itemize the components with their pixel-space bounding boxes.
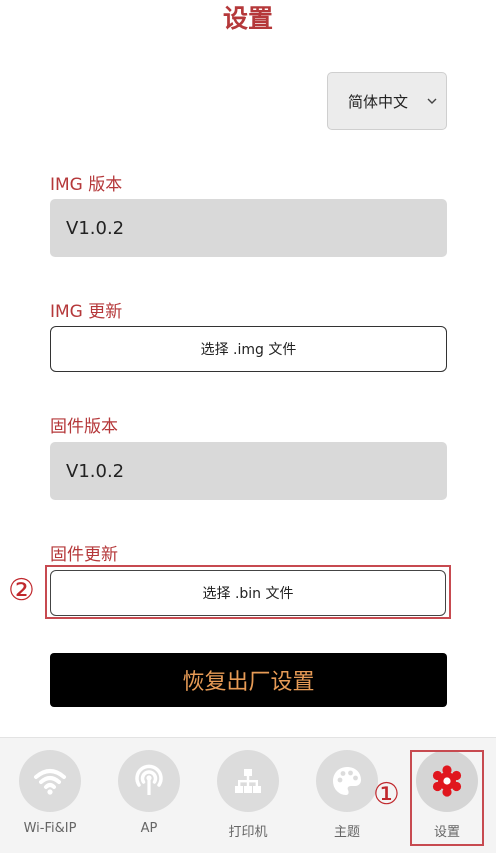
img-version-value: V1.0.2 (50, 199, 447, 257)
select-img-file-button[interactable]: 选择 .img 文件 (50, 326, 447, 372)
tab-label: Wi-Fi&IP (23, 821, 77, 836)
firmware-version-value: V1.0.2 (50, 442, 447, 500)
factory-reset-button[interactable]: 恢复出厂设置 (50, 653, 447, 707)
language-select-value: 简体中文 (348, 92, 409, 111)
img-update-label: IMG 更新 (50, 302, 123, 322)
tab-label: AP (140, 821, 158, 836)
annotation-highlight-box (410, 750, 484, 846)
firmware-update-label: 固件更新 (50, 545, 118, 565)
select-bin-file-button[interactable]: 选择 .bin 文件 (50, 570, 446, 616)
wifi-icon (34, 769, 66, 795)
tab-wifi-ip[interactable]: Wi-Fi&IP (10, 750, 90, 836)
firmware-version-label: 固件版本 (50, 417, 118, 437)
network-icon (235, 769, 261, 793)
tab-icon-circle (118, 750, 180, 812)
palette-icon (333, 767, 361, 795)
annotation-marker-2: ② (8, 573, 35, 608)
tab-printer[interactable]: 打印机 (208, 750, 288, 840)
annotation-marker-1: ① (373, 777, 400, 812)
tab-ap[interactable]: AP (109, 750, 189, 836)
tab-icon-circle (316, 750, 378, 812)
tab-icon-circle (217, 750, 279, 812)
tab-label: 主题 (333, 825, 360, 840)
tab-icon-circle (19, 750, 81, 812)
tab-label: 打印机 (228, 825, 268, 840)
page-title: 设置 (222, 4, 273, 33)
antenna-icon (135, 764, 163, 795)
chevron-down-icon (427, 98, 437, 104)
img-version-label: IMG 版本 (50, 175, 123, 195)
language-select[interactable]: 简体中文 (327, 72, 447, 130)
